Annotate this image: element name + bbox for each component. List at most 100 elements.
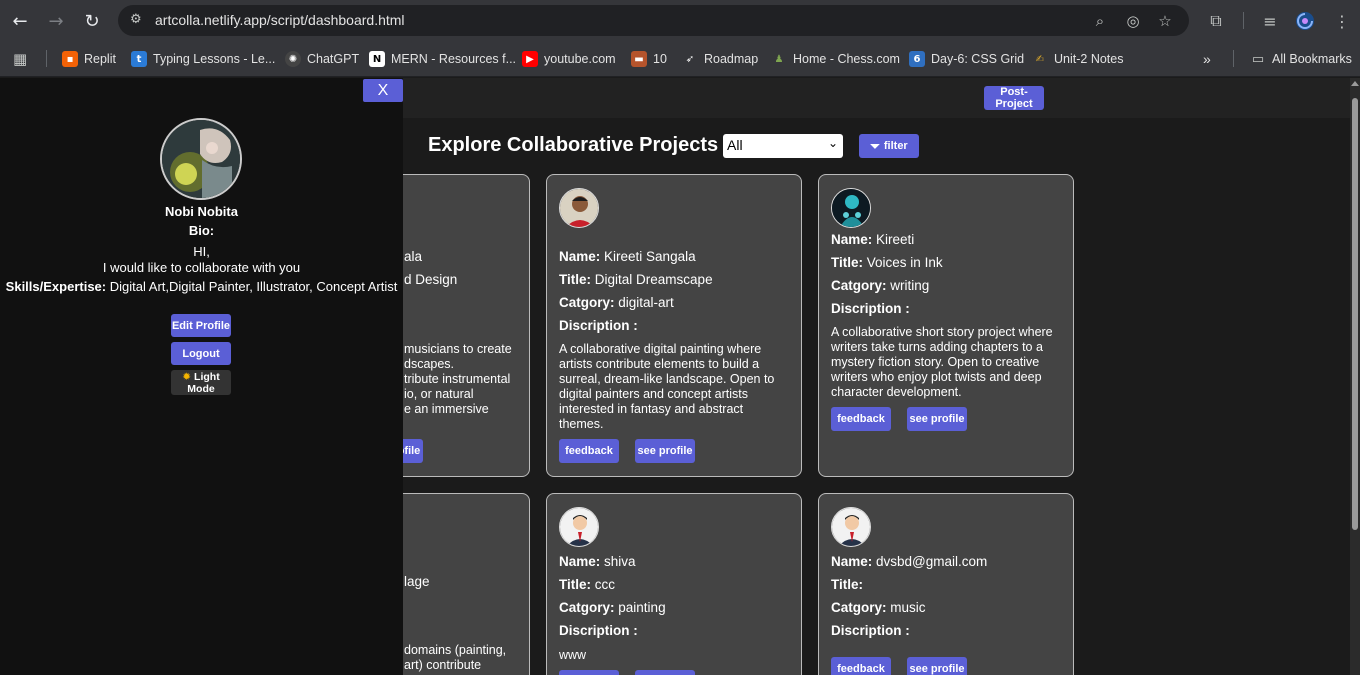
profile-avatar — [160, 118, 242, 200]
mode-label-line1: Light — [194, 371, 220, 383]
bookmark-divider — [46, 50, 47, 67]
scrollbar-thumb[interactable] — [1352, 98, 1358, 530]
card-description-label: Discription : — [831, 301, 910, 316]
chevron-down-icon: ⌄ — [827, 136, 838, 150]
feedback-button[interactable]: feedback — [831, 657, 891, 675]
bookmark-label: Home - Chess.com — [793, 52, 900, 66]
desc-line: art) contribute — [404, 658, 482, 672]
bookmark-mern[interactable]: N MERN - Resources f... — [369, 49, 516, 69]
media-queue-icon[interactable]: ≡ — [1257, 8, 1283, 34]
reload-icon[interactable]: ↻ — [79, 8, 105, 34]
card-description-fragment: domains (painting, art) contribute — [404, 643, 529, 673]
bookmark-label: 10 — [653, 52, 667, 66]
card-category: Catgory: writing — [831, 278, 930, 293]
project-card: Name: shiva Title: ccc Catgory: painting… — [546, 493, 802, 675]
select-value: All — [727, 137, 743, 153]
bookmark-chess[interactable]: ♟ Home - Chess.com — [771, 49, 900, 69]
feedback-button[interactable]: feedback — [831, 407, 891, 431]
bookmark-typing-lessons[interactable]: t Typing Lessons - Le... — [131, 49, 275, 69]
bookmark-youtube[interactable]: ▶ youtube.com — [522, 49, 616, 69]
replit-icon: ▪ — [62, 51, 78, 67]
rocket-icon: ➶ — [685, 53, 695, 65]
page-viewport: Post-Project Explore Collaborative Proje… — [0, 78, 1350, 675]
card-title: Title: — [831, 577, 864, 592]
bookmark-label: Roadmap — [704, 52, 759, 66]
scroll-up-arrow-icon[interactable] — [1351, 81, 1359, 86]
extensions-icon[interactable]: ⧉ — [1203, 8, 1229, 34]
category-select[interactable]: All ⌄ — [723, 134, 843, 158]
star-icon[interactable]: ☆ — [1154, 10, 1176, 32]
funnel-icon: ⏷ — [870, 138, 880, 153]
see-profile-button[interactable]: see profile — [635, 670, 695, 675]
filter-button[interactable]: ⏷ filter — [859, 134, 919, 158]
feedback-button[interactable]: feedback — [559, 439, 619, 463]
see-profile-button[interactable]: see profile — [635, 439, 695, 463]
card-description-fragment: musicians to create dscapes. tribute ins… — [404, 342, 529, 417]
folder-icon: ▭ — [1251, 51, 1265, 67]
bookmark-divider — [1233, 50, 1234, 67]
card-description: A collaborative digital painting where a… — [559, 342, 775, 431]
bookmark-label: Typing Lessons - Le... — [153, 52, 276, 66]
see-profile-button[interactable]: see profile — [907, 657, 967, 675]
skills-value: Digital Art,Digital Painter, Illustrator… — [109, 279, 398, 294]
card-title: Title: ccc — [559, 577, 616, 592]
site-settings-icon[interactable]: ⚙ — [130, 12, 148, 28]
desc-line: domains (painting, — [404, 643, 507, 657]
card-name: Name: shiva — [559, 554, 636, 569]
card-description-label: Discription : — [559, 318, 638, 333]
card-description: A collaborative short story project wher… — [831, 325, 1053, 399]
card-category: Catgory: digital-art — [559, 295, 674, 310]
profile-name: Nobi Nobita — [165, 204, 238, 219]
bookmark-10[interactable]: ▬ 10 — [631, 49, 667, 69]
url-text[interactable]: artcolla.netlify.app/script/dashboard.ht… — [155, 12, 405, 28]
filter-label: filter — [883, 140, 908, 152]
bookmark-css-grid[interactable]: 6 Day-6: CSS Grid — [909, 49, 1024, 69]
feedback-button[interactable]: feedback — [559, 670, 619, 675]
profile-sidebar: X Nobi Nobita Bio: HI, I would like to c… — [0, 78, 403, 675]
card-name: Name: Kireeti Sangala — [559, 249, 696, 264]
card-category: Catgory: painting — [559, 600, 666, 615]
desc-line: musicians to create — [404, 342, 512, 356]
sun-icon: ✹ — [182, 371, 192, 383]
bookmark-label: MERN - Resources f... — [391, 52, 517, 66]
desc-line: e an immersive — [404, 402, 489, 416]
post-project-button[interactable]: Post-Project — [984, 86, 1044, 110]
pen-icon: ✍ — [1035, 53, 1045, 65]
bookmark-label: Day-6: CSS Grid — [931, 52, 1025, 66]
address-bar[interactable]: ⚙ artcolla.netlify.app/script/dashboard.… — [118, 5, 1189, 36]
bio-label: Bio: — [188, 223, 215, 238]
all-bookmarks-label: All Bookmarks — [1272, 52, 1352, 66]
zoom-icon[interactable]: ⌕ — [1089, 10, 1111, 32]
skills-row: Skills/Expertise: Digital Art,Digital Pa… — [0, 279, 403, 294]
forward-arrow-icon[interactable]: → — [43, 8, 69, 34]
card-title: Title: Digital Dreamscape — [559, 272, 713, 287]
logout-button[interactable]: Logout — [171, 342, 231, 365]
bio-line-1: HI, — [193, 244, 210, 259]
card-name-fragment: ala — [404, 249, 423, 264]
project-card: Name: Kireeti Sangala Title: Digital Dre… — [546, 174, 802, 477]
card-name: Name: Kireeti — [831, 232, 915, 247]
bookmark-roadmap[interactable]: ➶ Roadmap — [682, 49, 758, 69]
vertical-scrollbar[interactable] — [1350, 78, 1360, 675]
bookmark-chatgpt[interactable]: ✺ ChatGPT — [285, 49, 359, 69]
avatar — [831, 188, 871, 228]
default-avatar — [559, 507, 599, 547]
browser-toolbar: ← → ↻ ⚙ artcolla.netlify.app/script/dash… — [0, 0, 1360, 41]
notion-icon: N — [369, 51, 385, 67]
eye-off-icon[interactable]: ◎ — [1122, 10, 1144, 32]
bookmark-replit[interactable]: ▪ Replit — [62, 49, 116, 69]
more-bookmarks-chevron-icon[interactable]: » — [1203, 49, 1211, 69]
six-icon: 6 — [909, 51, 925, 67]
menu-kebab-icon[interactable]: ⋮ — [1329, 8, 1355, 34]
apps-grid-icon[interactable]: ▦ — [13, 49, 27, 69]
card-title-fragment: d Design — [404, 272, 458, 287]
card-description-label: Discription : — [559, 623, 638, 638]
see-profile-button[interactable]: see profile — [907, 407, 967, 431]
profile-avatar-icon[interactable] — [1292, 8, 1318, 34]
back-arrow-icon[interactable]: ← — [7, 8, 33, 34]
bookmark-unit2-notes[interactable]: ✍ Unit-2 Notes — [1032, 49, 1124, 69]
edit-profile-button[interactable]: Edit Profile — [171, 314, 231, 337]
all-bookmarks-folder[interactable]: ▭ All Bookmarks — [1250, 49, 1352, 69]
close-sidebar-button[interactable]: X — [363, 79, 403, 102]
light-mode-toggle[interactable]: ✹ Light Mode — [171, 370, 231, 395]
